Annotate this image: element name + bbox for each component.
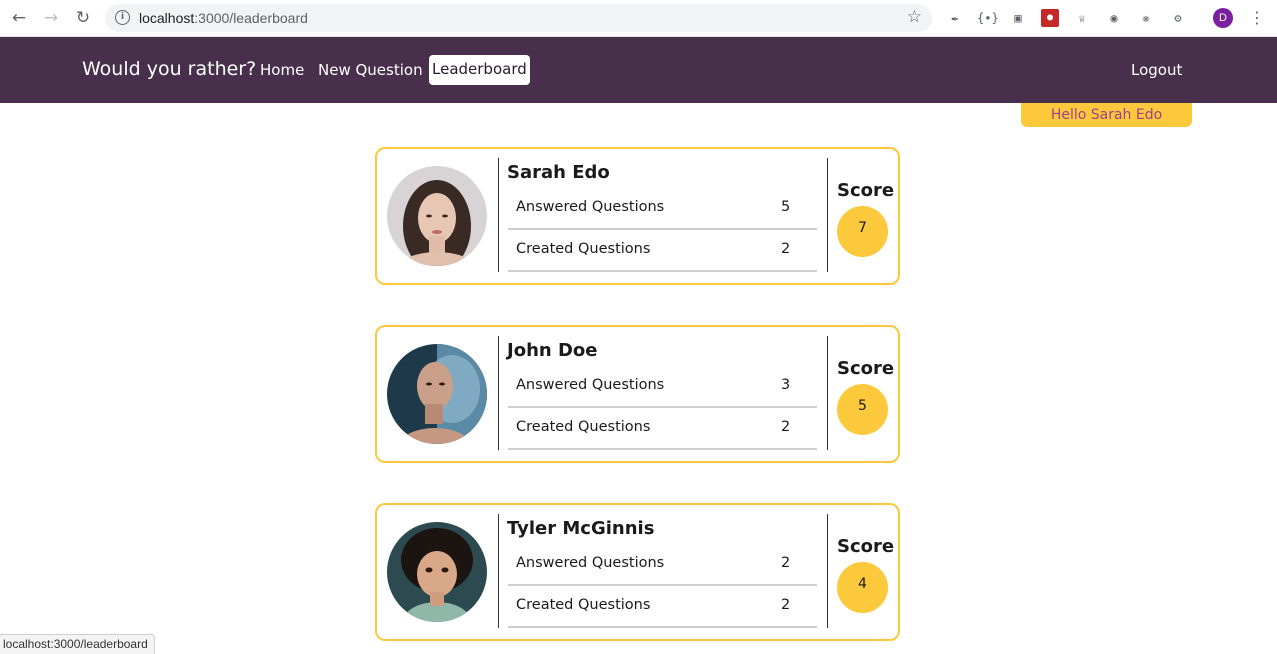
browser-toolbar: ← → ↻ i localhost:3000/leaderboard ☆ ✒ {… [0, 0, 1277, 37]
bookmark-star-icon[interactable]: ☆ [907, 7, 922, 27]
json-extension-icon[interactable]: {∙} [977, 9, 999, 27]
score-badge: 5 [837, 384, 888, 435]
user-avatar-image [387, 344, 487, 444]
app-navbar: Would you rather? Home New Question Lead… [0, 37, 1277, 103]
user-avatar-image [387, 522, 487, 622]
react-extension-icon[interactable]: ❋ [1137, 9, 1155, 27]
back-arrow-icon[interactable]: ← [9, 8, 29, 28]
answered-row: Answered Questions 3 [508, 366, 817, 408]
created-row: Created Questions 2 [508, 586, 817, 628]
created-label: Created Questions [516, 241, 651, 257]
divider [498, 514, 499, 628]
created-label: Created Questions [516, 419, 651, 435]
created-label: Created Questions [516, 597, 651, 613]
divider [498, 158, 499, 272]
avatar [387, 344, 487, 444]
answered-label: Answered Questions [516, 199, 665, 215]
avatar [387, 166, 487, 266]
score-badge: 7 [837, 206, 888, 257]
cart-extension-icon[interactable]: ▣ [1009, 9, 1027, 27]
nav-leaderboard-link[interactable]: Leaderboard [429, 55, 530, 85]
gear-extension-icon[interactable]: ⚙ [1169, 9, 1187, 27]
divider [827, 158, 828, 272]
crown-extension-icon[interactable]: ♕ [1073, 9, 1091, 27]
leaderboard-card: Sarah Edo Answered Questions 5 Created Q… [375, 147, 900, 285]
logout-link[interactable]: Logout [1131, 61, 1182, 79]
link-status-bar: localhost:3000/leaderboard [0, 634, 155, 654]
score-label: Score [837, 536, 895, 557]
created-row: Created Questions 2 [508, 230, 817, 272]
divider [827, 336, 828, 450]
answered-row: Answered Questions 2 [508, 544, 817, 586]
answered-label: Answered Questions [516, 377, 665, 393]
nav-new-question-link[interactable]: New Question [318, 61, 423, 79]
answered-row: Answered Questions 5 [508, 188, 817, 230]
eyedropper-extension-icon[interactable]: ✒ [946, 9, 964, 27]
user-name: Sarah Edo [507, 162, 610, 183]
forward-arrow-icon[interactable]: → [41, 8, 61, 28]
score-label: Score [837, 180, 895, 201]
info-icon[interactable]: i [115, 10, 130, 25]
answered-count: 5 [781, 199, 791, 215]
reload-icon[interactable]: ↻ [73, 8, 93, 28]
user-greeting: Hello Sarah Edo [1021, 103, 1192, 127]
user-name: Tyler McGinnis [507, 518, 655, 539]
divider [827, 514, 828, 628]
url-host: localhost [139, 10, 195, 26]
created-count: 2 [781, 419, 791, 435]
app-brand[interactable]: Would you rather? [82, 58, 256, 80]
avatar [387, 522, 487, 622]
answered-label: Answered Questions [516, 555, 665, 571]
address-url[interactable]: localhost:3000/leaderboard [139, 10, 308, 26]
address-bar[interactable]: i localhost:3000/leaderboard ☆ [105, 4, 932, 32]
more-menu-icon[interactable]: ⋮ [1249, 8, 1265, 28]
camera-extension-icon[interactable]: ◉ [1105, 9, 1123, 27]
answered-count: 2 [781, 555, 791, 571]
answered-count: 3 [781, 377, 791, 393]
red-extension-icon[interactable]: ● [1041, 9, 1059, 27]
leaderboard-card: Tyler McGinnis Answered Questions 2 Crea… [375, 503, 900, 641]
created-count: 2 [781, 597, 791, 613]
user-avatar-image [387, 166, 487, 266]
url-path: :3000/leaderboard [194, 10, 308, 26]
divider [498, 336, 499, 450]
user-name: John Doe [507, 340, 598, 361]
score-badge: 4 [837, 562, 888, 613]
nav-home-link[interactable]: Home [260, 61, 304, 79]
profile-avatar[interactable]: D [1213, 8, 1233, 28]
score-label: Score [837, 358, 895, 379]
created-row: Created Questions 2 [508, 408, 817, 450]
created-count: 2 [781, 241, 791, 257]
leaderboard-card: John Doe Answered Questions 3 Created Qu… [375, 325, 900, 463]
